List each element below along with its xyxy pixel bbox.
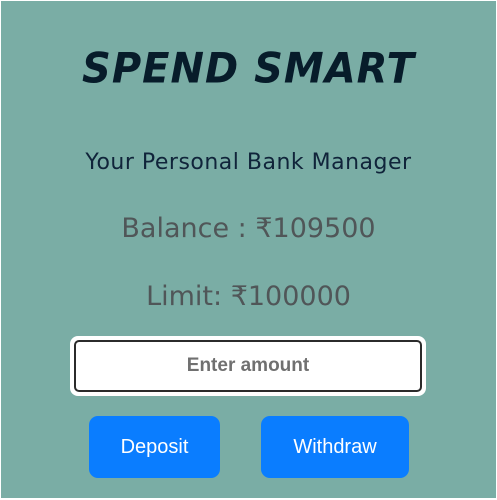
limit-value: ₹100000 (230, 281, 351, 312)
withdraw-button[interactable]: Withdraw (261, 416, 409, 478)
amount-input-frame (70, 336, 426, 396)
bank-manager-app: SPEND SMART Your Personal Bank Manager B… (1, 1, 496, 498)
app-title: SPEND SMART (82, 44, 415, 94)
limit-label: Limit: (146, 281, 231, 312)
amount-input[interactable] (74, 340, 422, 392)
balance-label: Balance : (121, 213, 256, 244)
limit-display: Limit: ₹100000 (1, 278, 496, 316)
app-subtitle: Your Personal Bank Manager (85, 150, 412, 175)
balance-display: Balance : ₹109500 (1, 210, 496, 248)
balance-value: ₹109500 (255, 213, 376, 244)
deposit-button[interactable]: Deposit (89, 416, 220, 478)
